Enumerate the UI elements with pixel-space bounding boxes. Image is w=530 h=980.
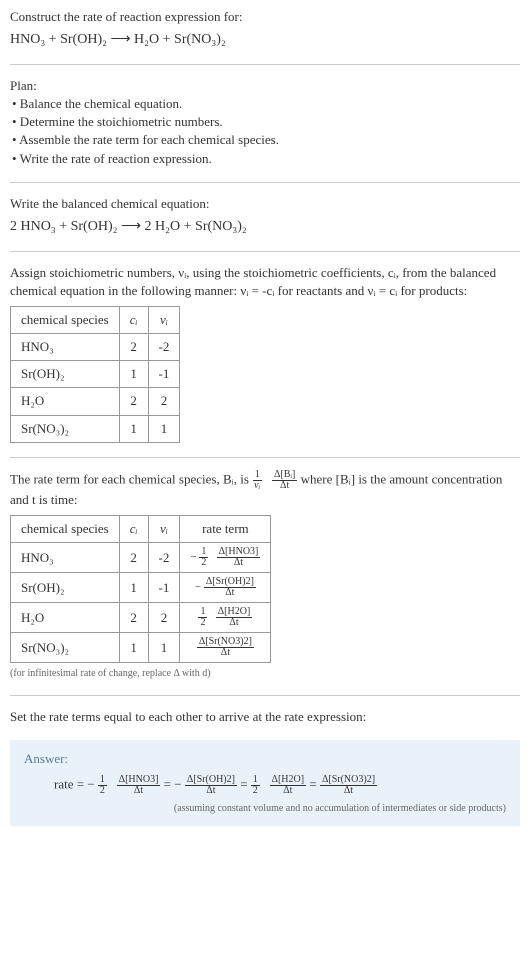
setequal-section: Set the rate terms equal to each other t… bbox=[10, 708, 520, 726]
setequal-text: Set the rate terms equal to each other t… bbox=[10, 708, 520, 726]
frac-delta: Δ[HNO3]Δt bbox=[217, 547, 261, 568]
rateterm-pre: The rate term for each chemical species,… bbox=[10, 471, 252, 486]
assign-text: Assign stoichiometric numbers, νᵢ, using… bbox=[10, 264, 520, 300]
plan-title: Plan: bbox=[10, 77, 520, 95]
table-row: H₂O 2 2 12 Δ[H2O]Δt bbox=[11, 603, 271, 633]
frac-half: 12 bbox=[199, 547, 208, 568]
cell-c: 2 bbox=[119, 334, 148, 361]
assign-section: Assign stoichiometric numbers, νᵢ, using… bbox=[10, 264, 520, 443]
cell-species: HNO₃ bbox=[11, 334, 120, 361]
divider bbox=[10, 64, 520, 65]
col-vi: νᵢ bbox=[148, 516, 180, 543]
divider bbox=[10, 695, 520, 696]
answer-label: Answer: bbox=[24, 750, 506, 768]
cell-species: HNO₃ bbox=[11, 543, 120, 573]
cell-v: 1 bbox=[148, 633, 180, 663]
table-row: HNO₃ 2 -2 − 12 Δ[HNO3]Δt bbox=[11, 543, 271, 573]
cell-c: 1 bbox=[119, 633, 148, 663]
frac-delta: Δ[H2O]Δt bbox=[270, 775, 307, 796]
cell-rate: − 12 Δ[HNO3]Δt bbox=[180, 543, 271, 573]
table-row: Sr(NO₃)₂ 1 1 Δ[Sr(NO3)2]Δt bbox=[11, 633, 271, 663]
col-ci: cᵢ bbox=[119, 516, 148, 543]
cell-species: Sr(NO₃)₂ bbox=[11, 415, 120, 442]
divider bbox=[10, 251, 520, 252]
cell-v: 2 bbox=[148, 388, 180, 415]
col-species: chemical species bbox=[11, 516, 120, 543]
table-header-row: chemical species cᵢ νᵢ bbox=[11, 306, 180, 333]
cell-species: H₂O bbox=[11, 603, 120, 633]
plan-section: Plan: • Balance the chemical equation. •… bbox=[10, 77, 520, 168]
balanced-equation: 2 HNO₃ + Sr(OH)₂ ⟶ 2 H₂O + Sr(NO₃)₂ bbox=[10, 217, 520, 237]
infinitesimal-note: (for infinitesimal rate of change, repla… bbox=[10, 667, 520, 681]
cell-v: -1 bbox=[148, 361, 180, 388]
cell-v: 2 bbox=[148, 603, 180, 633]
frac-half: 12 bbox=[198, 607, 207, 628]
cell-rate: 12 Δ[H2O]Δt bbox=[180, 603, 271, 633]
col-species: chemical species bbox=[11, 306, 120, 333]
frac-half: 12 bbox=[98, 775, 107, 796]
table-row: HNO₃ 2 -2 bbox=[11, 334, 180, 361]
balanced-title: Write the balanced chemical equation: bbox=[10, 195, 520, 213]
cell-species: H₂O bbox=[11, 388, 120, 415]
cell-species: Sr(OH)₂ bbox=[11, 361, 120, 388]
frac-dbi-dt: Δ[Bᵢ] Δt bbox=[272, 470, 297, 491]
table-row: H₂O 2 2 bbox=[11, 388, 180, 415]
divider bbox=[10, 182, 520, 183]
col-vi: νᵢ bbox=[148, 306, 180, 333]
answer-equation: rate = − 12 Δ[HNO3]Δt = − Δ[Sr(OH)2]Δt =… bbox=[54, 775, 506, 796]
balanced-section: Write the balanced chemical equation: 2 … bbox=[10, 195, 520, 237]
frac-delta: Δ[Sr(NO3)2]Δt bbox=[197, 637, 254, 658]
col-rate: rate term bbox=[180, 516, 271, 543]
table-row: Sr(OH)₂ 1 -1 − Δ[Sr(OH)2]Δt bbox=[11, 573, 271, 603]
cell-species: Sr(OH)₂ bbox=[11, 573, 120, 603]
intro-section: Construct the rate of reaction expressio… bbox=[10, 8, 520, 50]
divider bbox=[10, 457, 520, 458]
rateterm-section: The rate term for each chemical species,… bbox=[10, 470, 520, 681]
frac-delta: Δ[Sr(OH)2]Δt bbox=[204, 577, 256, 598]
cell-v: -1 bbox=[148, 573, 180, 603]
plan-item: • Assemble the rate term for each chemic… bbox=[12, 131, 520, 149]
cell-c: 1 bbox=[119, 361, 148, 388]
plan-item: • Determine the stoichiometric numbers. bbox=[12, 113, 520, 131]
frac-delta: Δ[H2O]Δt bbox=[216, 607, 253, 628]
stoich-table: chemical species cᵢ νᵢ HNO₃ 2 -2 Sr(OH)₂… bbox=[10, 306, 180, 443]
frac-delta: Δ[Sr(NO3)2]Δt bbox=[320, 775, 377, 796]
cell-c: 1 bbox=[119, 415, 148, 442]
intro-equation: HNO₃ + Sr(OH)₂ ⟶ H₂O + Sr(NO₃)₂ bbox=[10, 30, 520, 50]
rate-table: chemical species cᵢ νᵢ rate term HNO₃ 2 … bbox=[10, 515, 271, 663]
cell-c: 2 bbox=[119, 388, 148, 415]
table-row: Sr(NO₃)₂ 1 1 bbox=[11, 415, 180, 442]
frac-delta: Δ[HNO3]Δt bbox=[117, 775, 161, 796]
col-ci: cᵢ bbox=[119, 306, 148, 333]
table-header-row: chemical species cᵢ νᵢ rate term bbox=[11, 516, 271, 543]
answer-box: Answer: rate = − 12 Δ[HNO3]Δt = − Δ[Sr(O… bbox=[10, 740, 520, 825]
cell-rate: Δ[Sr(NO3)2]Δt bbox=[180, 633, 271, 663]
cell-v: -2 bbox=[148, 543, 180, 573]
cell-v: 1 bbox=[148, 415, 180, 442]
cell-c: 2 bbox=[119, 603, 148, 633]
cell-v: -2 bbox=[148, 334, 180, 361]
intro-text: Construct the rate of reaction expressio… bbox=[10, 8, 520, 26]
table-row: Sr(OH)₂ 1 -1 bbox=[11, 361, 180, 388]
cell-c: 2 bbox=[119, 543, 148, 573]
cell-rate: − Δ[Sr(OH)2]Δt bbox=[180, 573, 271, 603]
frac-delta: Δ[Sr(OH)2]Δt bbox=[185, 775, 237, 796]
cell-c: 1 bbox=[119, 573, 148, 603]
plan-item: • Balance the chemical equation. bbox=[12, 95, 520, 113]
answer-note: (assuming constant volume and no accumul… bbox=[24, 802, 506, 816]
plan-item: • Write the rate of reaction expression. bbox=[12, 150, 520, 168]
frac-one-over-nu: 1 νᵢ bbox=[252, 470, 262, 491]
cell-species: Sr(NO₃)₂ bbox=[11, 633, 120, 663]
frac-half: 12 bbox=[251, 775, 260, 796]
